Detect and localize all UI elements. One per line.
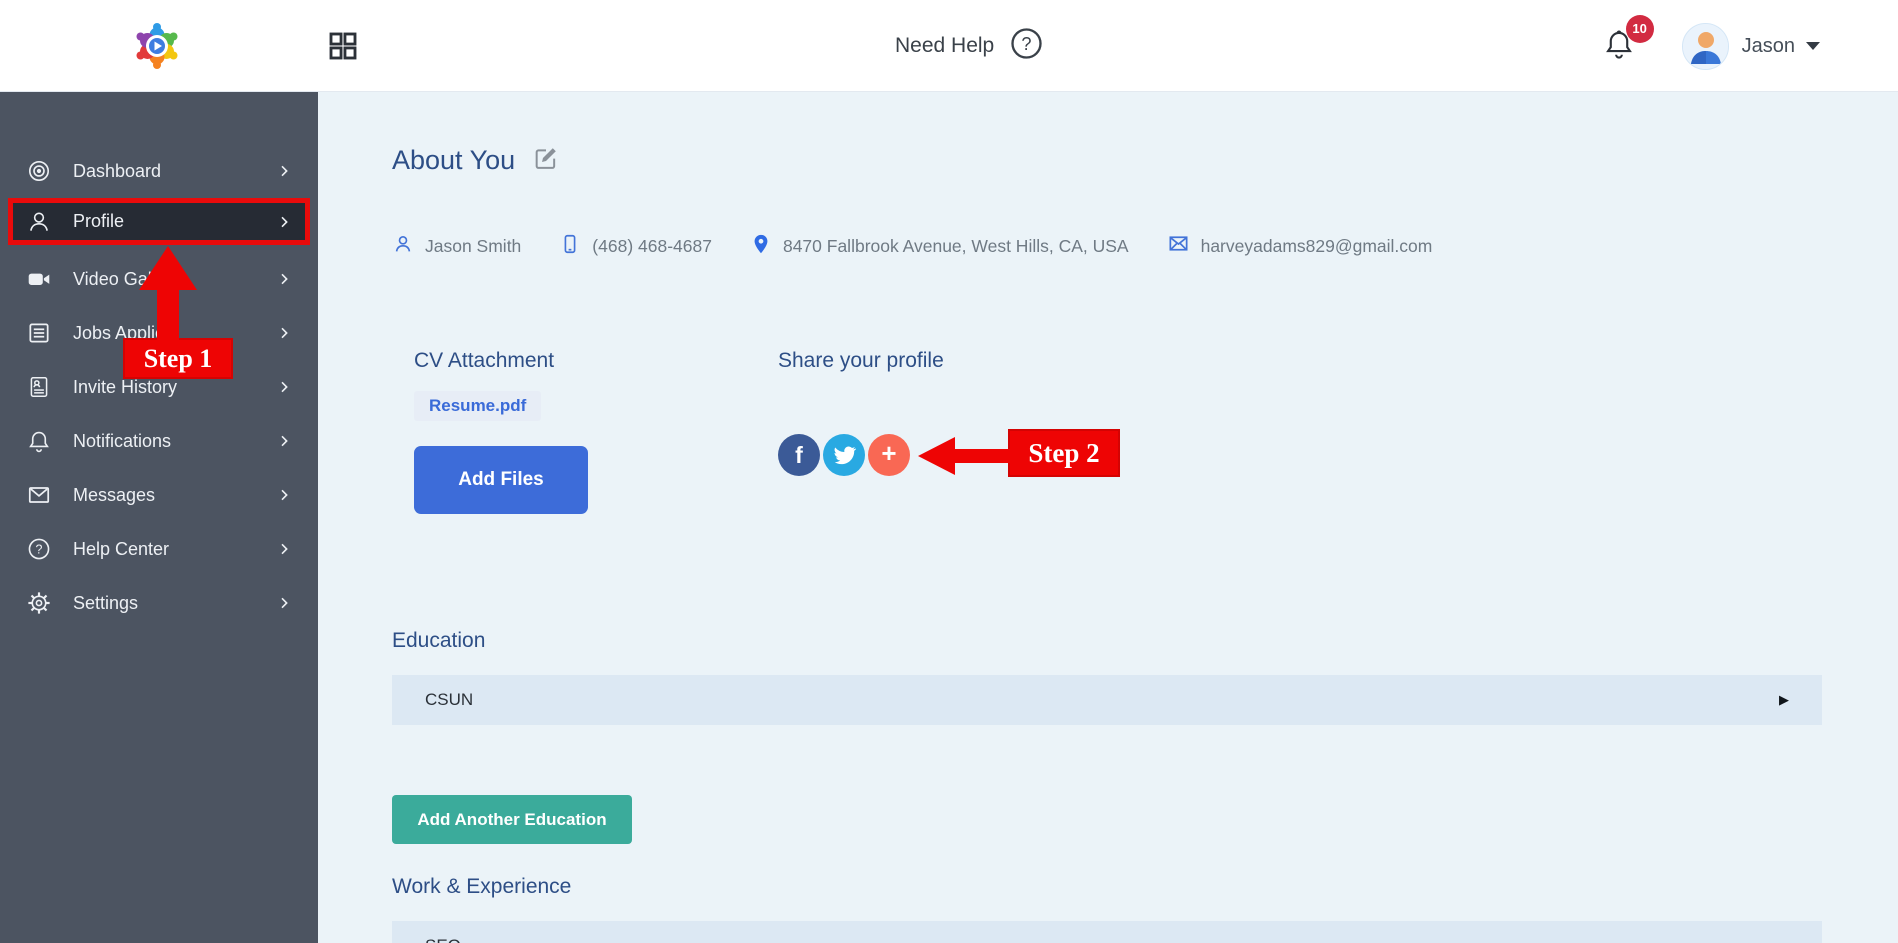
sidebar-item-label: Notifications [73,431,171,452]
sidebar-item-dashboard[interactable]: Dashboard [0,144,318,198]
svg-text:?: ? [36,543,43,557]
step-2-annotation: Step 2 [1008,429,1120,477]
chevron-right-icon [276,541,292,557]
add-another-education-button[interactable]: Add Another Education [392,795,632,844]
contact-phone: (468) 468-4687 [559,233,712,260]
phone-icon [559,233,581,260]
notification-count-badge: 10 [1626,15,1654,43]
profile-icon [26,209,52,235]
share-profile-block: Share your profile f + [778,348,944,514]
sidebar-item-label: Profile [73,211,124,232]
sidebar-item-profile[interactable]: Profile [8,198,310,245]
work-experience-title: Work & Experience [392,874,1822,900]
step-1-arrow [157,288,179,340]
education-row[interactable]: CSUN ▶ [392,675,1822,725]
chevron-down-icon[interactable] [1806,42,1820,50]
sidebar-item-label: Invite History [73,377,177,398]
contact-address: 8470 Fallbrook Avenue, West Hills, CA, U… [750,233,1129,260]
page-title: About You [392,145,515,176]
sidebar-item-label: Help Center [73,539,169,560]
cv-share-section: CV Attachment Resume.pdf Add Files Share… [414,348,944,514]
notifications-bell-button[interactable]: 10 [1602,25,1636,68]
grid-icon[interactable] [325,28,361,64]
step-2-arrow [953,449,1010,463]
top-bar: Need Help ? 10 [0,0,1898,92]
chevron-right-icon [276,271,292,287]
work-experience-row[interactable]: SEO [392,921,1822,943]
user-avatar-icon[interactable] [1682,23,1729,70]
edit-pencil-icon[interactable] [532,144,560,177]
bell-icon [26,428,52,454]
step-1-arrow-head [139,246,197,290]
location-pin-icon [750,233,772,260]
chevron-right-icon [276,595,292,611]
resume-file-link[interactable]: Resume.pdf [414,391,541,421]
phone-text: (468) 468-4687 [592,236,712,257]
address-text: 8470 Fallbrook Avenue, West Hills, CA, U… [783,236,1129,257]
chevron-right-icon [276,433,292,449]
svg-text:?: ? [1022,34,1032,54]
gear-icon [26,590,52,616]
sidebar-item-label: Messages [73,485,155,506]
work-experience-section: Work & Experience SEO [392,874,1822,943]
jobs-list-icon [26,320,52,346]
help-circle-icon: ? [26,536,52,562]
work-row-value: SEO [425,936,461,943]
dashboard-icon [26,158,52,184]
twitter-icon[interactable] [823,434,865,476]
profile-page: Need Help ? 10 [0,0,1898,943]
education-title: Education [392,628,1822,654]
caret-right-icon[interactable]: ▶ [1779,692,1789,708]
need-help-label: Need Help [895,34,994,58]
full-name-text: Jason Smith [425,236,521,257]
cv-attachment-block: CV Attachment Resume.pdf Add Files [414,348,778,514]
contact-name: Jason Smith [392,233,521,260]
contact-email: harveyadams829@gmail.com [1167,232,1433,260]
user-name[interactable]: Jason [1742,35,1795,58]
invite-history-icon [26,374,52,400]
add-files-button[interactable]: Add Files [414,446,588,514]
person-icon [392,233,414,260]
chevron-right-icon [276,379,292,395]
question-circle-icon: ? [1009,26,1044,66]
main-content: About You Jason Smith [318,92,1898,943]
need-help-button[interactable]: Need Help ? [895,0,1044,92]
top-right-cluster: 10 Jason [1602,0,1820,92]
sidebar: Dashboard Profile Video Gallery [0,92,318,943]
sidebar-item-label: Dashboard [73,161,161,182]
sidebar-item-help-center[interactable]: ? Help Center [0,522,318,576]
share-profile-title: Share your profile [778,348,944,374]
chevron-right-icon [276,487,292,503]
step-1-annotation: Step 1 [123,338,233,379]
education-section: Education CSUN ▶ [392,628,1822,725]
sidebar-item-messages[interactable]: Messages [0,468,318,522]
email-text: harveyadams829@gmail.com [1201,236,1433,257]
contact-info-row: Jason Smith (468) 468-4687 8470 Fallbroo… [392,232,1432,260]
add-network-icon[interactable]: + [868,434,910,476]
chevron-right-icon [276,163,292,179]
mail-icon [1167,232,1190,260]
video-camera-icon [26,266,52,292]
facebook-icon[interactable]: f [778,434,820,476]
chevron-right-icon [276,214,292,230]
app-logo-icon[interactable] [125,14,189,78]
cv-attachment-title: CV Attachment [414,348,778,374]
sidebar-item-notifications[interactable]: Notifications [0,414,318,468]
step-2-arrow-head [918,437,955,475]
about-you-header: About You [392,144,560,177]
sidebar-item-label: Settings [73,593,138,614]
sidebar-item-settings[interactable]: Settings [0,576,318,630]
education-row-value: CSUN [425,690,473,710]
chevron-right-icon [276,325,292,341]
envelope-icon [26,482,52,508]
